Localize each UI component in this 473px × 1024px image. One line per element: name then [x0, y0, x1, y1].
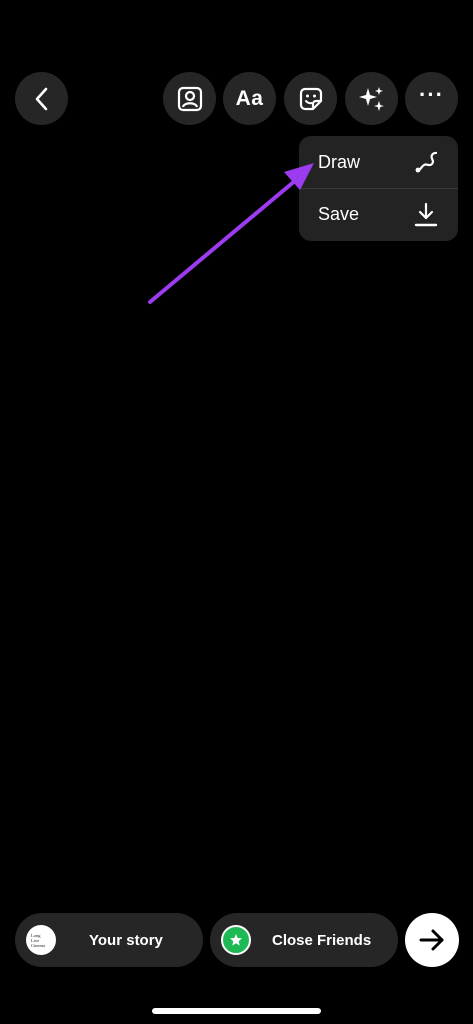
more-options-menu: Draw Save: [299, 136, 458, 241]
back-button[interactable]: [15, 72, 68, 125]
menu-item-label: Draw: [318, 151, 361, 172]
chevron-left-icon: [35, 87, 47, 110]
close-friends-badge: [221, 925, 251, 955]
text-tool-button[interactable]: Aa: [223, 72, 276, 125]
tag-people-button[interactable]: [163, 72, 216, 125]
sparkles-icon: [358, 86, 384, 111]
arrow-right-icon: [419, 929, 444, 951]
more-options-button[interactable]: ···: [405, 72, 458, 125]
avatar: Long Live Cinema: [26, 925, 56, 955]
your-story-button[interactable]: Long Live Cinema Your story: [15, 913, 203, 967]
next-button[interactable]: [405, 913, 459, 967]
text-tool-label: Aa: [235, 86, 264, 110]
sticker-button[interactable]: [284, 72, 337, 125]
close-friends-button[interactable]: Close Friends: [210, 913, 398, 967]
effects-button[interactable]: [345, 72, 398, 125]
menu-item-save[interactable]: Save: [299, 188, 458, 240]
menu-item-label: Save: [318, 204, 360, 224]
close-friends-label: Close Friends: [272, 931, 372, 949]
download-icon: [414, 202, 438, 226]
squiggle-pen-icon: [415, 151, 438, 173]
star-icon: [230, 934, 242, 946]
person-tag-icon: [177, 86, 202, 111]
your-story-label: Your story: [89, 931, 163, 949]
sticker-icon: [299, 87, 322, 110]
menu-item-draw[interactable]: Draw: [299, 136, 458, 188]
home-indicator[interactable]: [152, 1008, 321, 1014]
more-options-label: ···: [419, 81, 444, 107]
